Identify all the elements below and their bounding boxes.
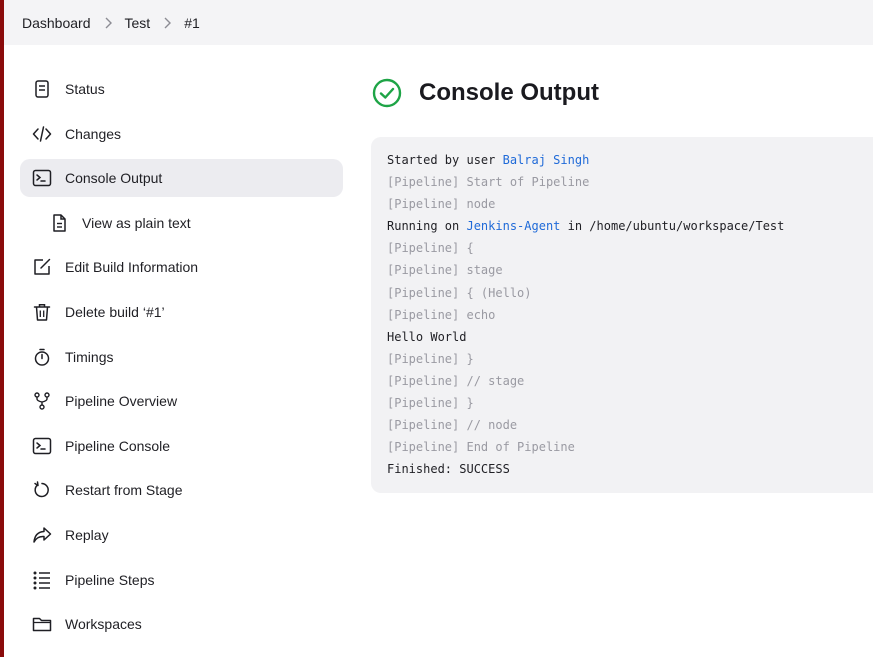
sidebar-item-label: Console Output <box>65 170 163 187</box>
breadcrumb-dashboard[interactable]: Dashboard <box>18 15 95 31</box>
page-title-row: Console Output <box>372 76 599 110</box>
replay-icon <box>31 524 53 546</box>
console-text: Finished: SUCCESS <box>387 462 510 477</box>
sidebar-item-pipeline-overview[interactable]: Pipeline Overview <box>20 382 343 420</box>
console-text: [Pipeline] // stage <box>387 373 525 388</box>
sidebar-item-timings[interactable]: Timings <box>20 338 343 376</box>
sidebar-item-pipeline-steps[interactable]: Pipeline Steps <box>20 561 343 599</box>
restart-icon <box>31 479 53 501</box>
console-line: [Pipeline] { (Hello) <box>387 282 873 304</box>
folder-icon <box>31 613 53 635</box>
sidebar-item-label: Timings <box>65 348 114 365</box>
console-link[interactable]: Balraj Singh <box>503 153 590 167</box>
sidebar-item-label: Replay <box>65 526 109 543</box>
console-text: Hello World <box>387 329 467 344</box>
console-line: Hello World <box>387 326 873 348</box>
console-text: [Pipeline] node <box>387 197 496 212</box>
success-check-icon <box>372 78 402 108</box>
terminal-icon <box>31 167 53 189</box>
sidebar-item-pipeline-console[interactable]: Pipeline Console <box>20 427 343 465</box>
console-line: [Pipeline] End of Pipeline <box>387 436 873 458</box>
console-text: in /home/ubuntu/workspace/Test <box>560 219 785 234</box>
console-line: [Pipeline] stage <box>387 259 873 281</box>
console-text: Started by user <box>387 153 503 167</box>
sidebar-item-label: Status <box>65 81 105 97</box>
sidebar-item-label: Workspaces <box>65 616 142 633</box>
console-text: [Pipeline] { <box>387 241 474 256</box>
console-line: [Pipeline] // node <box>387 414 873 436</box>
sidebar-item-label: Pipeline Steps <box>65 571 155 588</box>
chevron-right-icon <box>154 13 180 33</box>
sidebar-item-changes[interactable]: Changes <box>20 115 343 153</box>
trash-icon <box>31 301 53 323</box>
console-line: [Pipeline] } <box>387 392 873 414</box>
edit-icon <box>31 256 53 278</box>
console-text: [Pipeline] echo <box>387 307 496 322</box>
sidebar-item-label: Delete build ‘#1’ <box>65 303 165 320</box>
console-text: [Pipeline] } <box>387 351 474 366</box>
stopwatch-icon <box>31 346 53 368</box>
sidebar: Status Changes Console Output View as pl… <box>20 70 343 650</box>
console-output: Started by user Balraj Singh [Pipeline] S… <box>371 137 873 493</box>
breadcrumb-build-1[interactable]: #1 <box>180 15 204 31</box>
console-line: [Pipeline] Start of Pipeline <box>387 171 873 193</box>
sidebar-item-edit-build-information[interactable]: Edit Build Information <box>20 248 343 286</box>
sidebar-item-status[interactable]: Status <box>20 70 343 108</box>
status-icon <box>31 78 53 100</box>
sidebar-item-label: Restart from Stage <box>65 482 183 499</box>
console-text: [Pipeline] End of Pipeline <box>387 440 575 455</box>
console-line: Running on Jenkins-Agent in /home/ubuntu… <box>387 215 873 237</box>
console-link[interactable]: Jenkins-Agent <box>466 219 560 233</box>
console-line: [Pipeline] echo <box>387 304 873 326</box>
console-line: [Pipeline] { <box>387 237 873 259</box>
console-text: [Pipeline] Start of Pipeline <box>387 175 590 190</box>
sidebar-item-restart-from-stage[interactable]: Restart from Stage <box>20 471 343 509</box>
window-edge-bar <box>0 0 4 657</box>
sidebar-item-replay[interactable]: Replay <box>20 516 343 554</box>
code-icon <box>31 123 53 145</box>
console-text: Running on <box>387 219 467 234</box>
sidebar-item-label: Edit Build Information <box>65 259 199 276</box>
console-text: [Pipeline] } <box>387 396 474 411</box>
sidebar-item-delete-build[interactable]: Delete build ‘#1’ <box>20 293 343 331</box>
console-text: [Pipeline] { (Hello) <box>387 285 532 300</box>
sidebar-item-label: Pipeline Console <box>65 437 171 454</box>
console-line: Started by user Balraj Singh <box>387 149 873 171</box>
document-icon <box>48 212 70 234</box>
sidebar-item-label: Pipeline Overview <box>65 393 178 410</box>
sidebar-item-workspaces[interactable]: Workspaces <box>20 605 343 643</box>
terminal-icon <box>31 435 53 457</box>
sidebar-item-view-plain-text[interactable]: View as plain text <box>20 204 343 242</box>
console-line: Finished: SUCCESS <box>387 458 873 480</box>
branch-icon <box>31 390 53 412</box>
console-text: [Pipeline] stage <box>387 263 503 278</box>
chevron-right-icon <box>95 13 121 33</box>
breadcrumb-test[interactable]: Test <box>121 15 155 31</box>
console-line: [Pipeline] } <box>387 348 873 370</box>
sidebar-item-label: Changes <box>65 125 122 142</box>
breadcrumb: Dashboard Test #1 <box>4 0 873 45</box>
console-line: [Pipeline] // stage <box>387 370 873 392</box>
steps-icon <box>31 569 53 591</box>
console-text: [Pipeline] // node <box>387 418 518 433</box>
sidebar-item-label: View as plain text <box>82 214 191 231</box>
page-title: Console Output <box>419 79 599 106</box>
sidebar-item-console-output[interactable]: Console Output <box>20 159 343 198</box>
console-line: [Pipeline] node <box>387 193 873 215</box>
